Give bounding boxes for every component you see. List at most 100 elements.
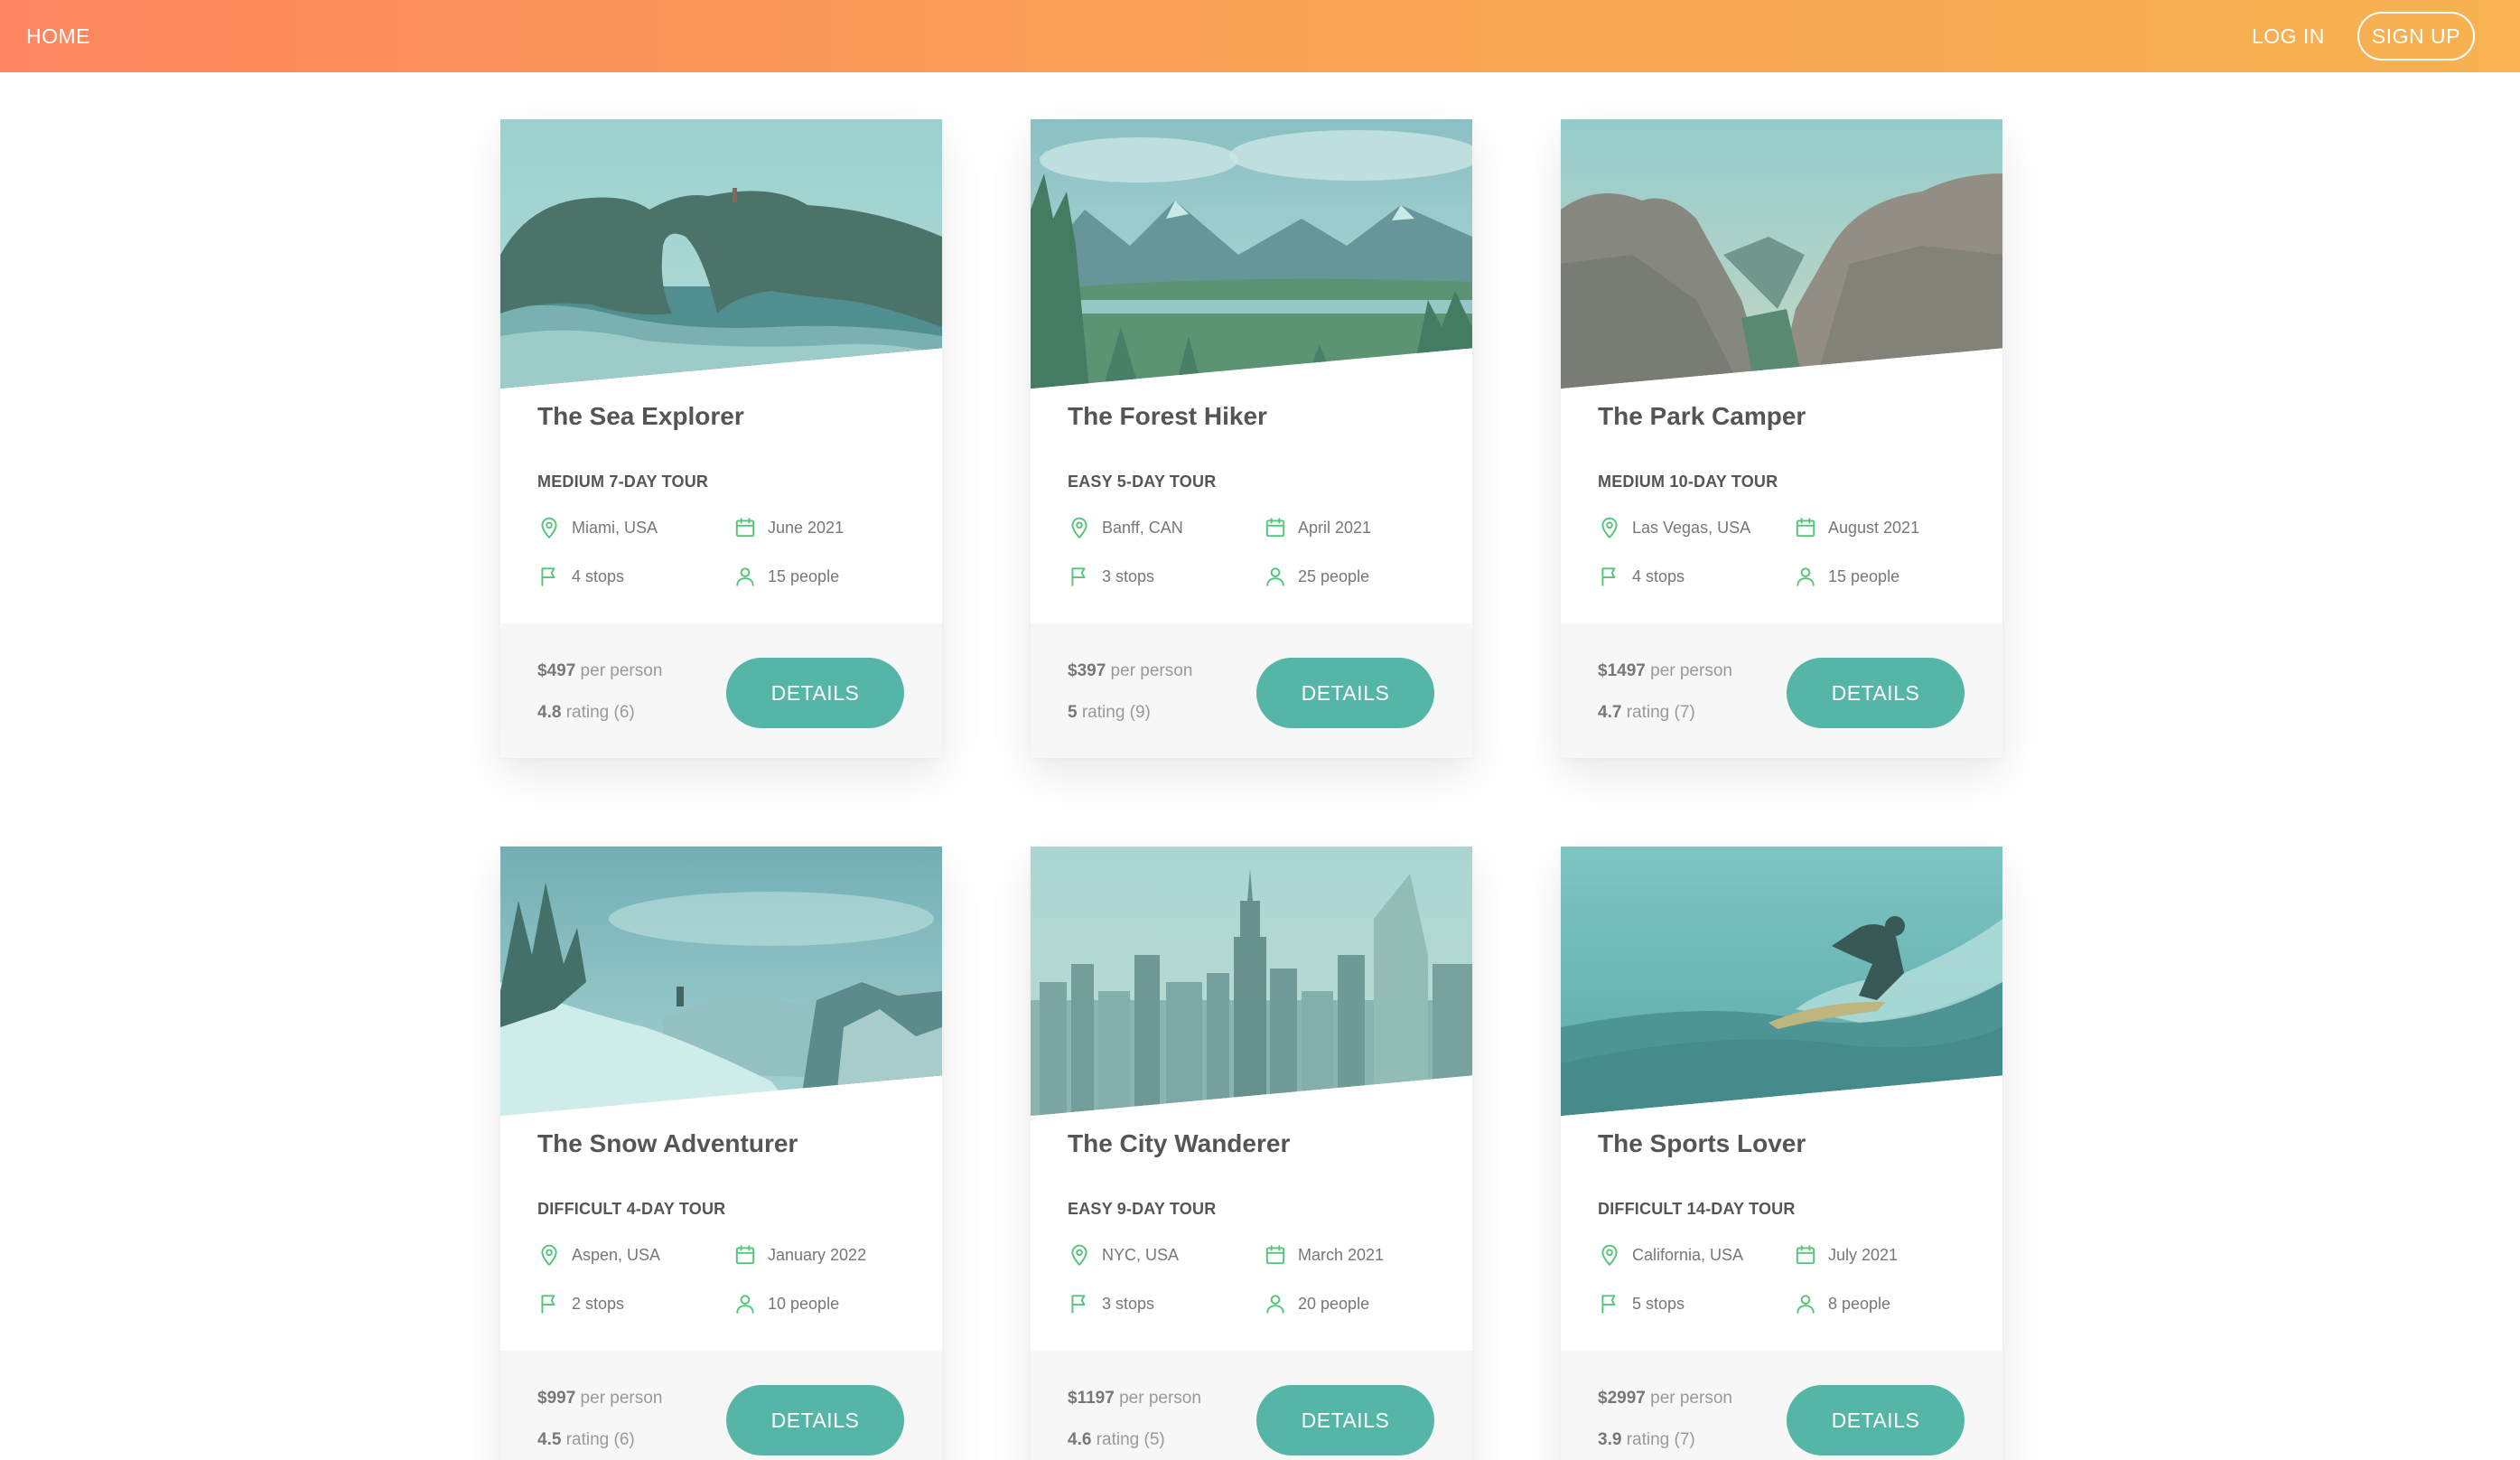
tour-group-size: 15 people (1794, 565, 1899, 588)
tour-location-text: NYC, USA (1102, 1245, 1180, 1264)
tour-card: The City Wanderer EASY 9-DAY TOUR NYC, U… (1031, 847, 1472, 1460)
tour-price-suffix: per person (575, 1389, 663, 1408)
tour-location: Miami, USA (537, 516, 658, 539)
nav-auth-links: LOG IN SIGN UP (2252, 12, 2475, 61)
tour-price-value: $497 (537, 661, 576, 680)
tour-stops-text: 4 stops (572, 566, 625, 585)
tour-price-suffix: per person (1645, 1389, 1732, 1408)
tour-price-suffix: per person (1645, 661, 1732, 680)
tour-group-size-text: 20 people (1298, 1294, 1370, 1313)
details-button[interactable]: DETAILS (726, 1385, 904, 1455)
tour-stops: 4 stops (537, 565, 624, 588)
details-button[interactable]: DETAILS (1787, 658, 1965, 728)
tour-rating-value: 4.7 (1598, 703, 1622, 722)
tour-difficulty-duration: DIFFICULT 4-DAY TOUR (537, 1200, 726, 1218)
tour-rating: 4.8 rating (6) (537, 703, 635, 723)
calendar-icon (1265, 1245, 1285, 1265)
calendar-icon (735, 518, 755, 538)
tour-group-size: 8 people (1794, 1292, 1890, 1315)
tour-title: The Sea Explorer (537, 402, 744, 430)
tour-date: April 2021 (1264, 516, 1371, 539)
tour-location: Las Vegas, USA (1598, 516, 1750, 539)
tour-image (500, 847, 942, 1116)
tour-group-size: 25 people (1264, 565, 1369, 588)
calendar-icon (1265, 518, 1285, 538)
tour-card-footer: $997 per person 4.5 rating (6) DETAILS (500, 1351, 942, 1460)
tour-price: $1197 per person (1068, 1389, 1201, 1409)
tour-rating: 4.6 rating (5) (1068, 1430, 1165, 1450)
tour-image (500, 119, 942, 388)
tour-rating: 3.9 rating (7) (1598, 1430, 1695, 1450)
user-icon (1797, 1295, 1815, 1314)
tour-location: California, USA (1598, 1243, 1743, 1267)
tour-card-footer: $1197 per person 4.6 rating (5) DETAILS (1031, 1351, 1472, 1460)
tour-difficulty-duration: EASY 9-DAY TOUR (1068, 1200, 1217, 1218)
tour-title: The Sports Lover (1598, 1129, 1806, 1157)
map-pin-icon (1601, 517, 1618, 538)
user-icon (1266, 1295, 1284, 1314)
tour-date-text: March 2021 (1298, 1245, 1385, 1264)
tour-location-text: Aspen, USA (572, 1245, 661, 1264)
tour-price: $497 per person (537, 661, 662, 681)
tour-card-footer: $1497 per person 4.7 rating (7) DETAILS (1561, 623, 2002, 758)
user-icon (1797, 567, 1815, 586)
tour-group-size: 10 people (733, 1292, 839, 1315)
tour-stops-text: 4 stops (1632, 566, 1685, 585)
tour-card: The Park Camper MEDIUM 10-DAY TOUR Las V… (1561, 119, 2002, 758)
tour-stops-text: 5 stops (1632, 1294, 1685, 1313)
tour-rating-value: 4.6 (1068, 1430, 1092, 1449)
tour-date: July 2021 (1794, 1243, 1898, 1267)
user-icon (1266, 567, 1284, 586)
details-button[interactable]: DETAILS (726, 658, 904, 728)
tour-date-text: April 2021 (1298, 518, 1372, 537)
tour-card-footer: $397 per person 5 rating (9) DETAILS (1031, 623, 1472, 758)
nav-login-link[interactable]: LOG IN (2252, 24, 2325, 49)
nav-home-link[interactable]: HOME (26, 24, 90, 49)
tour-card-footer: $2997 per person 3.9 rating (7) DETAILS (1561, 1351, 2002, 1460)
tour-card: The Sports Lover DIFFICULT 14-DAY TOUR C… (1561, 847, 2002, 1460)
tour-rating-suffix: rating (5) (1091, 1430, 1165, 1449)
details-button[interactable]: DETAILS (1256, 658, 1434, 728)
tour-location-text: California, USA (1632, 1245, 1744, 1264)
details-button[interactable]: DETAILS (1256, 1385, 1434, 1455)
tour-group-size-text: 15 people (768, 566, 840, 585)
tour-price-suffix: per person (1114, 1389, 1201, 1408)
tour-stops-text: 3 stops (1102, 1294, 1155, 1313)
nav-signup-button[interactable]: SIGN UP (2357, 12, 2475, 61)
calendar-icon (735, 1245, 755, 1265)
tour-group-size-text: 10 people (768, 1294, 840, 1313)
tour-date: June 2021 (733, 516, 844, 539)
tour-group-size-text: 15 people (1828, 566, 1900, 585)
details-button[interactable]: DETAILS (1787, 1385, 1965, 1455)
tour-card: The Sea Explorer MEDIUM 7-DAY TOUR Miami… (500, 119, 942, 758)
tour-difficulty-duration: EASY 5-DAY TOUR (1068, 473, 1217, 491)
tour-rating: 4.7 rating (7) (1598, 703, 1695, 723)
tour-rating-value: 5 (1068, 703, 1078, 722)
tour-date: August 2021 (1794, 516, 1919, 539)
tour-price-value: $2997 (1598, 1389, 1646, 1408)
tour-title: The City Wanderer (1068, 1129, 1291, 1157)
tour-price-value: $1197 (1068, 1389, 1115, 1408)
user-icon (736, 1295, 754, 1314)
tour-price-suffix: per person (1106, 661, 1193, 680)
tour-title: The Forest Hiker (1068, 402, 1267, 430)
map-pin-icon (1071, 517, 1087, 538)
tour-date-text: July 2021 (1828, 1245, 1899, 1264)
tour-rating-value: 3.9 (1598, 1430, 1622, 1449)
tour-title: The Park Camper (1598, 402, 1806, 430)
flag-icon (1601, 1295, 1616, 1314)
flag-icon (1071, 567, 1086, 586)
tour-stops-text: 2 stops (572, 1294, 625, 1313)
flag-icon (541, 1295, 555, 1314)
tour-price-value: $997 (537, 1389, 576, 1408)
tour-card: The Forest Hiker EASY 5-DAY TOUR Banff, … (1031, 119, 1472, 758)
tour-stops: 4 stops (1598, 565, 1685, 588)
tour-rating-value: 4.5 (537, 1430, 562, 1449)
flag-icon (1601, 567, 1616, 586)
calendar-icon (1796, 1245, 1815, 1265)
tour-date-text: August 2021 (1828, 518, 1920, 537)
tour-price: $1497 per person (1598, 661, 1732, 681)
tour-stops: 2 stops (537, 1292, 624, 1315)
tour-image (1031, 847, 1472, 1116)
tour-rating-value: 4.8 (537, 703, 562, 722)
